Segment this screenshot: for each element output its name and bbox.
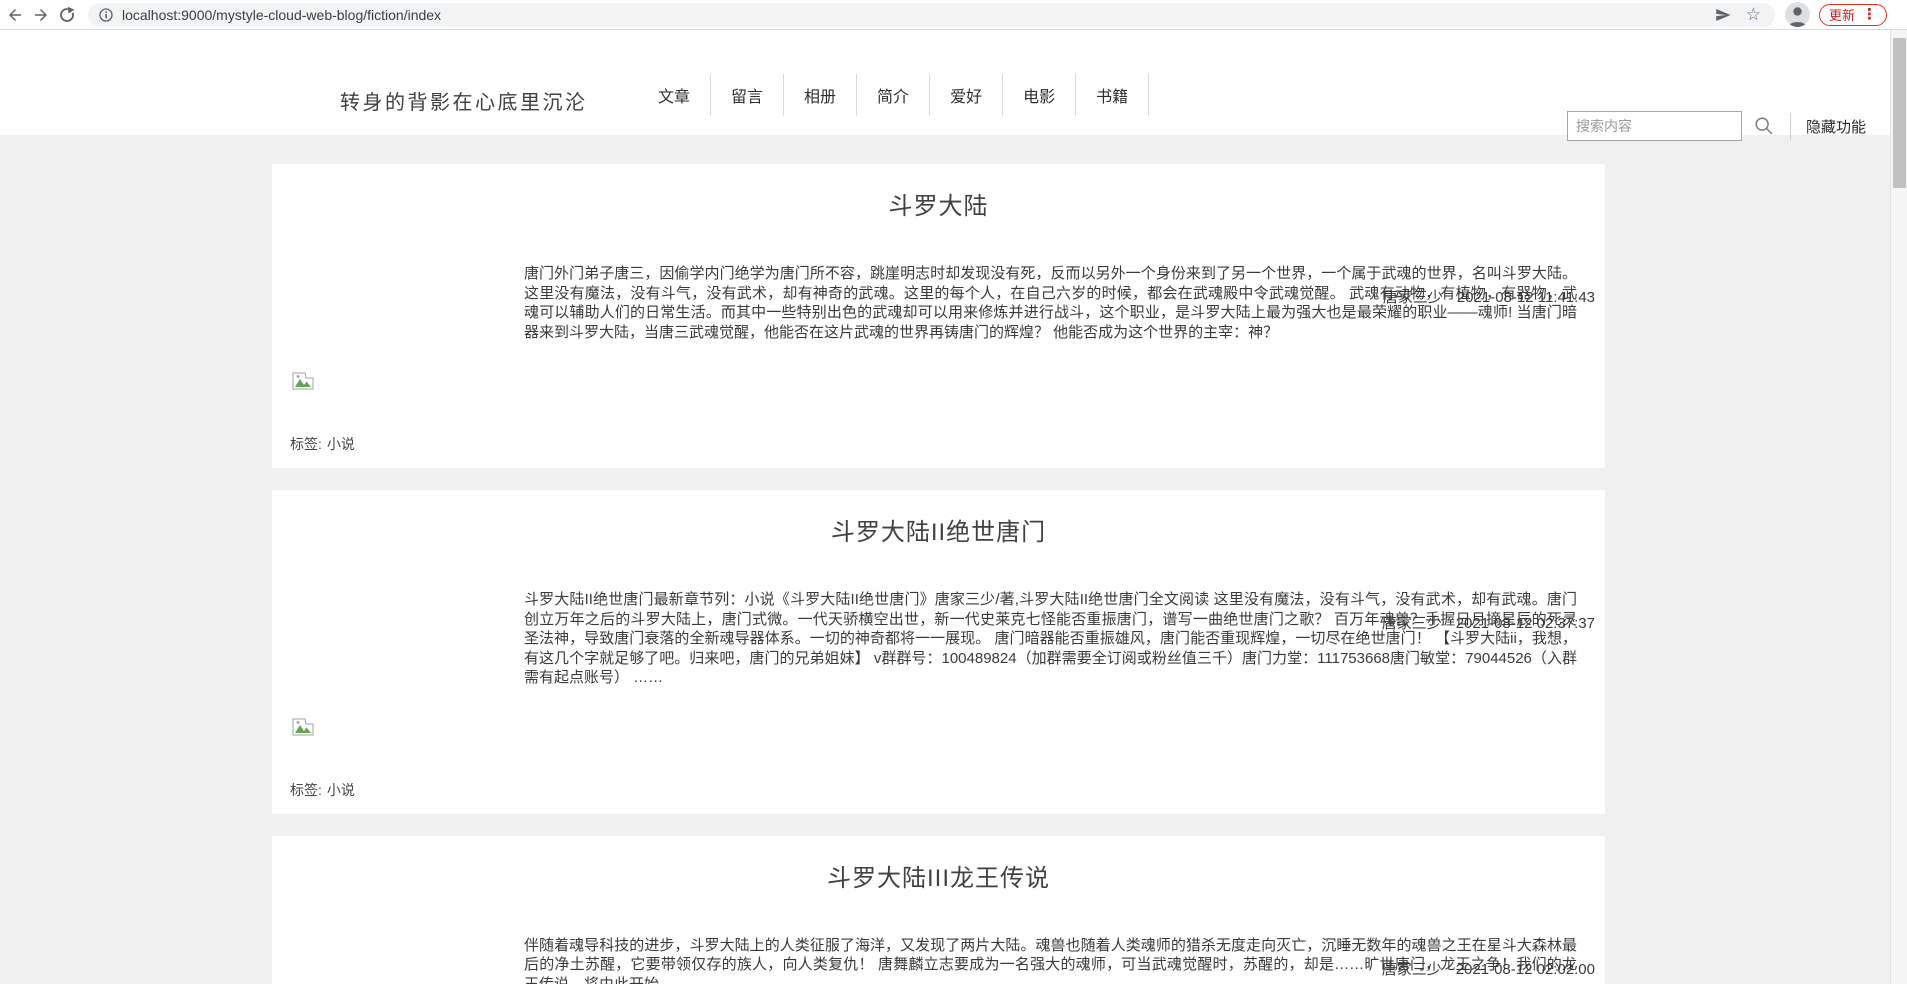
nav-item-articles[interactable]: 文章 — [638, 83, 710, 107]
kebab-menu-icon: ⋮ — [1862, 7, 1877, 22]
post-datetime: 2021-08-12 02:02:00 — [1456, 961, 1595, 978]
update-label: 更新 — [1829, 5, 1855, 24]
browser-toolbar: localhost:9000/mystyle-cloud-web-blog/fi… — [0, 0, 1907, 30]
tag-link-novel[interactable]: 小说 — [327, 782, 355, 798]
search-area: 隐藏功能 — [1567, 111, 1866, 141]
nav-item-messages[interactable]: 留言 — [711, 83, 783, 107]
search-divider — [1790, 113, 1791, 140]
post-tags: 标签: 小说 — [290, 434, 1605, 454]
nav-item-albums[interactable]: 相册 — [784, 83, 856, 107]
site-title[interactable]: 转身的背影在心底里沉沦 — [340, 86, 588, 115]
reload-icon — [58, 6, 76, 24]
forward-icon — [32, 6, 50, 24]
forward-button[interactable] — [28, 2, 54, 28]
tag-label: 标签: — [290, 436, 322, 452]
star-icon: ☆ — [1746, 6, 1761, 23]
reload-button[interactable] — [54, 2, 80, 28]
site-header: 转身的背影在心底里沉沦 文章 留言 相册 简介 爱好 电影 书籍 隐藏功能 — [0, 30, 1907, 135]
search-input[interactable] — [1567, 111, 1742, 141]
post-byline: 唐家三少 2021-08-12 02:02:00 — [1382, 958, 1595, 979]
scrollbar-thumb[interactable] — [1893, 38, 1906, 188]
back-button[interactable] — [2, 2, 28, 28]
nav-item-books[interactable]: 书籍 — [1076, 83, 1148, 107]
url-bar[interactable]: localhost:9000/mystyle-cloud-web-blog/fi… — [88, 3, 1775, 27]
post-datetime: 2021-08-12 02:37:37 — [1456, 615, 1595, 632]
post-byline: 唐家三少 2021-08-12 02:37:37 — [1382, 612, 1595, 633]
nav-divider — [1148, 74, 1149, 116]
post-datetime: 2021-08-12 11:41:43 — [1457, 289, 1595, 306]
post-author: 唐家三少 — [1382, 961, 1442, 978]
tag-label: 标签: — [290, 782, 322, 798]
url-text[interactable]: localhost:9000/mystyle-cloud-web-blog/fi… — [122, 7, 1700, 23]
post-card: 斗罗大陆 唐门外门弟子唐三，因偷学内门绝学为唐门所不容，跳崖明志时却发现没有死，… — [272, 164, 1605, 468]
search-icon[interactable] — [1753, 115, 1775, 137]
broken-image-icon — [292, 368, 314, 390]
main-nav: 文章 留言 相册 简介 爱好 电影 书籍 — [638, 74, 1149, 116]
send-icon — [1714, 6, 1732, 24]
post-byline: 唐家三少 2021-08-12 11:41:43 — [1383, 286, 1595, 307]
post-title[interactable]: 斗罗大陆 — [272, 192, 1605, 222]
tag-link-novel[interactable]: 小说 — [327, 436, 355, 452]
nav-item-hobbies[interactable]: 爱好 — [930, 83, 1002, 107]
post-author: 唐家三少 — [1383, 289, 1443, 306]
post-summary: 斗罗大陆II绝世唐门最新章节列：小说《斗罗大陆II绝世唐门》唐家三少/著,斗罗大… — [524, 590, 1577, 688]
post-tags: 标签: 小说 — [290, 780, 1605, 800]
broken-image-icon — [292, 714, 314, 736]
avatar-icon — [1785, 2, 1810, 27]
hide-feature-toggle[interactable]: 隐藏功能 — [1806, 116, 1866, 137]
post-list: 斗罗大陆 唐门外门弟子唐三，因偷学内门绝学为唐门所不容，跳崖明志时却发现没有死，… — [0, 135, 1907, 984]
chrome-update-menu-button[interactable]: 更新 ⋮ — [1819, 4, 1887, 26]
info-icon[interactable] — [98, 7, 114, 23]
back-icon — [6, 6, 24, 24]
post-card: 斗罗大陆III龙王传说 伴随着魂导科技的进步，斗罗大陆上的人类征服了海洋，又发现… — [272, 836, 1605, 984]
post-title[interactable]: 斗罗大陆II绝世唐门 — [272, 518, 1605, 548]
bookmark-button[interactable]: ☆ — [1746, 6, 1761, 23]
post-title[interactable]: 斗罗大陆III龙王传说 — [272, 864, 1605, 894]
nav-item-profile[interactable]: 简介 — [857, 83, 929, 107]
vertical-scrollbar[interactable] — [1890, 30, 1907, 984]
nav-item-movies[interactable]: 电影 — [1003, 83, 1075, 107]
post-card: 斗罗大陆II绝世唐门 斗罗大陆II绝世唐门最新章节列：小说《斗罗大陆II绝世唐门… — [272, 490, 1605, 814]
send-to-device-button[interactable] — [1714, 6, 1732, 24]
post-author: 唐家三少 — [1382, 615, 1442, 632]
profile-button[interactable] — [1785, 2, 1810, 27]
